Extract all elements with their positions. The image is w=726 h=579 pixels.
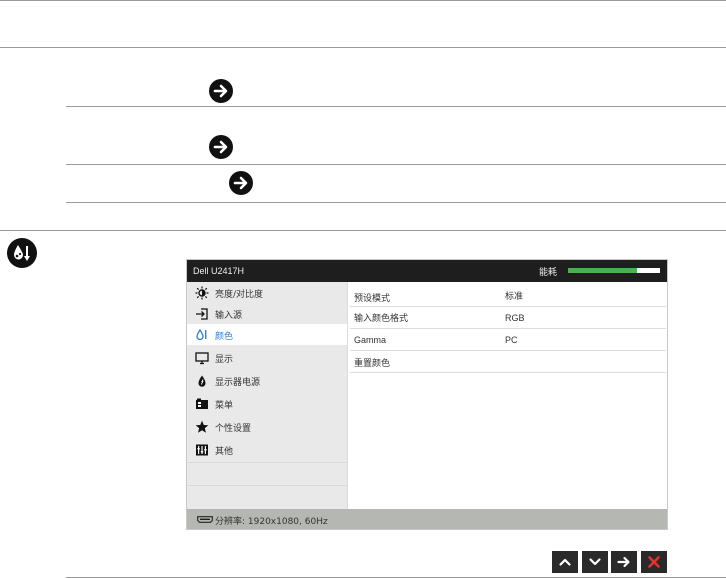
menu-item-label: 个性设置: [215, 424, 252, 434]
exit-button[interactable]: [641, 551, 667, 573]
top-rule: [0, 0, 726, 1]
row-rule: [66, 164, 726, 165]
menu-item-label: 亮度/对比度: [215, 290, 264, 300]
setting-name: 输入颜色格式: [354, 314, 409, 324]
setting-value: RGB: [505, 313, 525, 323]
display-icon: [195, 352, 209, 365]
osd-footer: 分辨率: 1920x1080, 60Hz: [187, 509, 667, 529]
setting-row-reset-color[interactable]: 重置颜色: [350, 350, 666, 373]
menu-item-label: 显示: [215, 355, 234, 365]
color-icon: [7, 238, 37, 268]
down-icon: [589, 558, 601, 566]
brightness-icon: [195, 286, 209, 300]
menu-item-others[interactable]: 其他: [187, 439, 347, 460]
menu-item-personalize[interactable]: 个性设置: [187, 416, 347, 437]
right-arrow-icon: [209, 135, 233, 159]
power-icon: [198, 375, 206, 387]
color-icon: [196, 328, 207, 341]
menu-item-brightness-contrast[interactable]: 亮度/对比度: [187, 282, 347, 303]
next-button[interactable]: [611, 551, 637, 573]
setting-row-input-color-format[interactable]: 输入颜色格式 RGB: [350, 306, 666, 329]
menu-item-label: 其他: [215, 447, 234, 457]
menu-item-color[interactable]: 颜色: [187, 324, 347, 345]
row-rule: [66, 202, 726, 203]
menu-item-menu[interactable]: 菜单: [187, 393, 347, 414]
energy-meter: [568, 268, 660, 273]
up-button[interactable]: [552, 551, 578, 573]
resolution-text: 分辨率: 1920x1080, 60Hz: [215, 517, 328, 527]
osd-header: Dell U2417H 能耗: [187, 260, 667, 282]
menu-icon: [196, 398, 208, 409]
setting-row-gamma[interactable]: Gamma PC: [350, 328, 666, 351]
input-source-icon: [196, 308, 208, 320]
other-icon: [196, 444, 208, 456]
close-icon: [648, 556, 660, 568]
setting-name: 预设模式: [354, 294, 391, 304]
menu-item-label: 菜单: [215, 401, 234, 411]
setting-value: PC: [505, 335, 518, 345]
menu-item-label: 显示器电源: [215, 378, 261, 388]
menu-item-input-source[interactable]: 输入源: [187, 303, 347, 324]
bottom-rule: [66, 577, 726, 578]
osd-title: Dell U2417H: [193, 266, 245, 276]
down-button[interactable]: [582, 551, 608, 573]
right-arrow-icon: [617, 556, 630, 568]
energy-label: 能耗: [539, 268, 558, 278]
osd-menu: Dell U2417H 能耗 亮度/对比度 输入源 颜色 显示 显示器电源 菜单…: [186, 259, 668, 530]
section-rule: [0, 230, 726, 231]
star-icon: [195, 420, 209, 433]
row-rule: [66, 106, 726, 107]
menu-item-label: 颜色: [215, 332, 234, 342]
right-arrow-icon: [229, 171, 253, 195]
section-rule: [0, 47, 726, 48]
osd-settings-panel: 预设模式 标准 输入颜色格式 RGB Gamma PC 重置颜色: [347, 282, 667, 509]
sidebar-divider: [187, 485, 347, 486]
menu-item-display[interactable]: 显示: [187, 347, 347, 368]
sidebar-divider: [187, 462, 347, 463]
hdmi-icon: [197, 516, 213, 523]
setting-name: Gamma: [354, 335, 387, 345]
menu-item-label: 输入源: [215, 311, 243, 321]
setting-row-preset-mode[interactable]: 预设模式 标准: [350, 284, 666, 307]
setting-value: 标准: [505, 292, 524, 302]
osd-sidebar: 亮度/对比度 输入源 颜色 显示 显示器电源 菜单 个性设置 其他: [187, 282, 347, 509]
up-icon: [559, 558, 571, 566]
right-arrow-icon: [209, 79, 233, 103]
menu-item-monitor-power[interactable]: 显示器电源: [187, 370, 347, 391]
setting-name: 重置颜色: [354, 359, 391, 369]
energy-meter-fill: [568, 268, 637, 273]
